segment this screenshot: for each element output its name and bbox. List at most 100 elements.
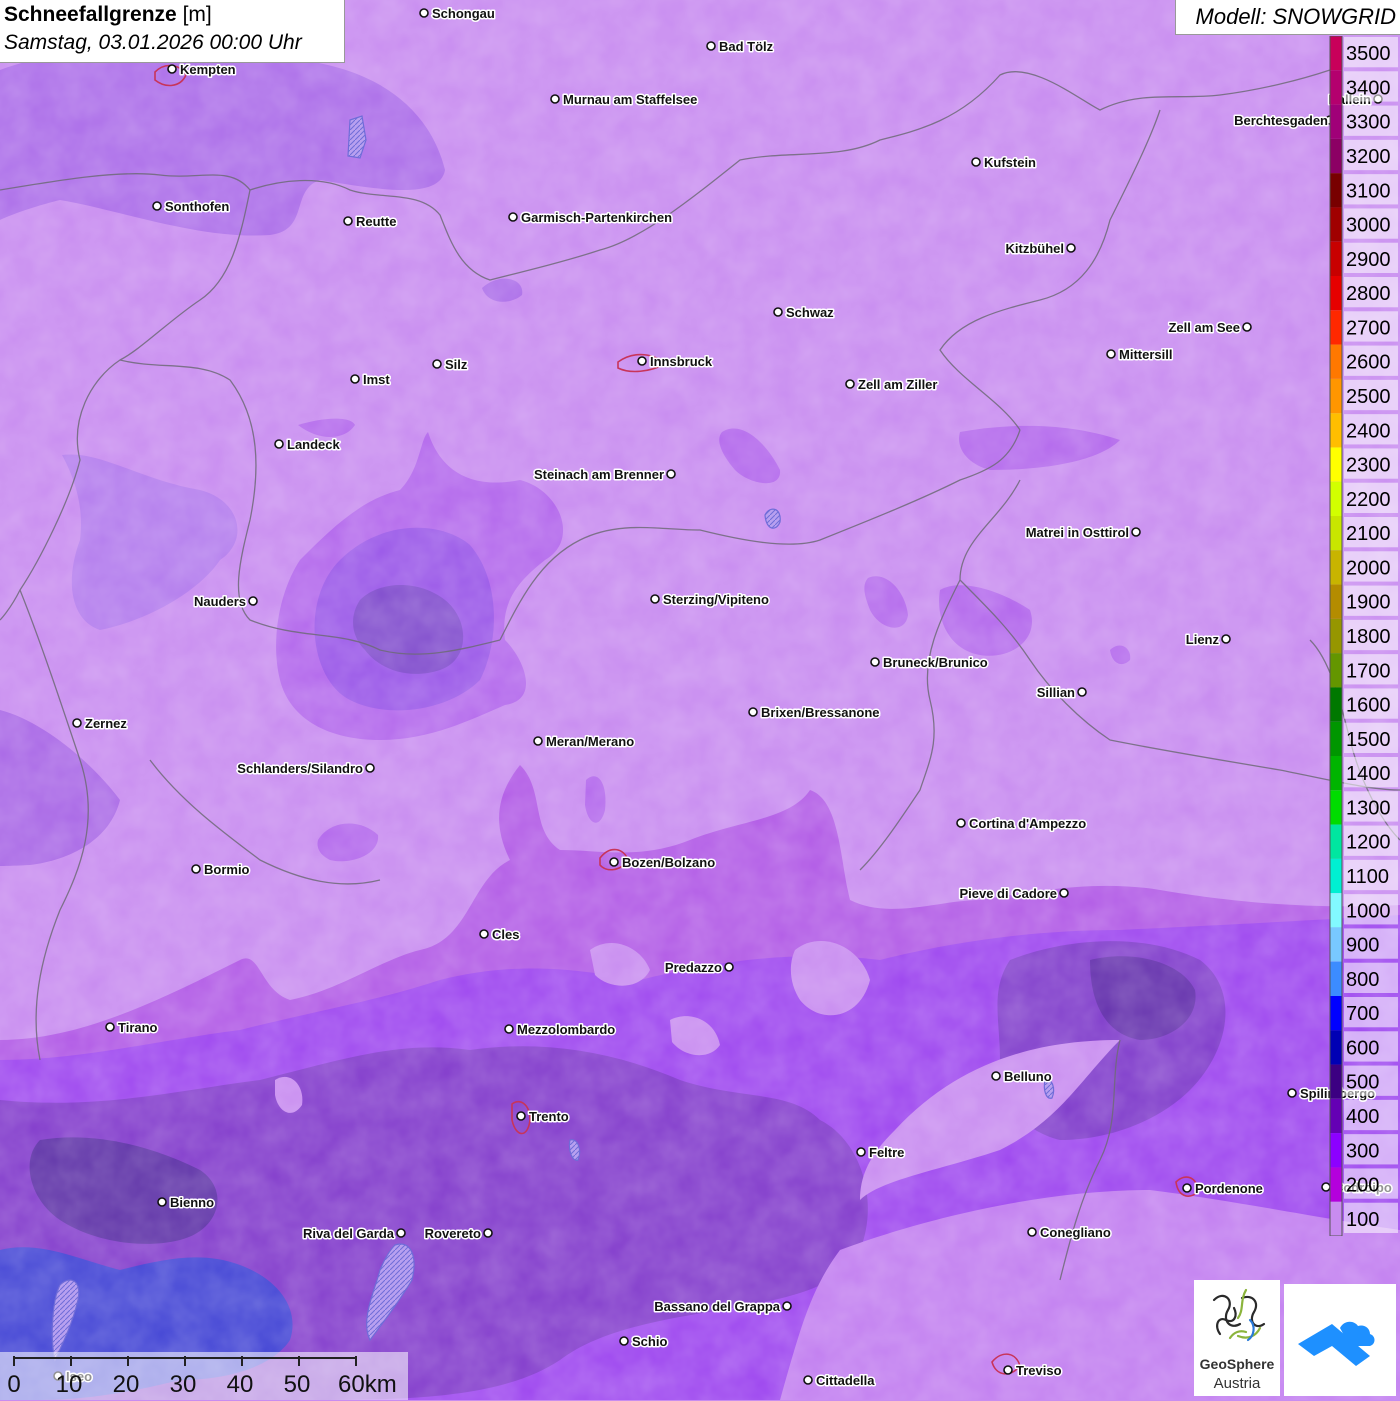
geosphere-logo-line2: Austria: [1213, 1375, 1261, 1392]
city-label: Kitzbühel: [1006, 241, 1065, 256]
city-label: Zernez: [85, 716, 127, 731]
city-label: Cles: [492, 927, 519, 942]
city-marker: Matrei in Osttirol: [1024, 524, 1141, 542]
city-dot: [1131, 527, 1141, 537]
legend-label: 1600: [1346, 695, 1391, 717]
city-label: Reutte: [356, 214, 396, 229]
city-dot: [152, 201, 162, 211]
city-dot: [748, 707, 758, 717]
city-marker: Murnau am Staffelsee: [550, 91, 699, 109]
legend-swatch: [1330, 790, 1342, 825]
app-logo[interactable]: [1284, 1284, 1396, 1396]
legend-label: 3400: [1346, 77, 1391, 99]
legend-swatch: [1330, 310, 1342, 345]
city-label: Schongau: [432, 6, 495, 21]
city-dot: [773, 307, 783, 317]
city-dot: [1077, 687, 1087, 697]
city-marker: Bassano del Grappa: [653, 1298, 792, 1316]
legend-label: 3000: [1346, 215, 1391, 237]
legend-swatch: [1330, 516, 1342, 551]
city-dot: [350, 374, 360, 384]
city-label: Cortina d'Ampezzo: [969, 816, 1086, 831]
city-dot: [343, 216, 353, 226]
legend-swatch: [1330, 618, 1342, 654]
legend-swatch: [1330, 1133, 1342, 1168]
city-marker: Sonthofen: [152, 198, 231, 216]
city-marker: Bruneck/Brunico: [870, 654, 989, 672]
legend-label: 1300: [1346, 797, 1391, 819]
city-dot: [483, 1228, 493, 1238]
city-dot: [956, 818, 966, 828]
legend-label: 2600: [1346, 352, 1391, 374]
legend-label: 100: [1346, 1209, 1379, 1231]
city-marker: Zell am See: [1167, 319, 1252, 337]
city-marker: Mezzolombardo: [504, 1021, 617, 1039]
city-label: Bozen/Bolzano: [622, 855, 715, 870]
city-dot: [479, 929, 489, 939]
city-marker: Pieve di Cadore: [958, 885, 1069, 903]
legend-swatch: [1330, 1098, 1342, 1134]
legend-swatch: [1330, 241, 1342, 276]
city-dot: [167, 64, 177, 74]
city-label: Pieve di Cadore: [959, 886, 1057, 901]
city-marker: Berchtesgaden: [1233, 112, 1335, 130]
legend-label: 2200: [1346, 489, 1391, 511]
city-dot: [782, 1301, 792, 1311]
city-marker: Zell am Ziller: [845, 376, 939, 394]
legend-swatch: [1330, 756, 1342, 791]
city-label: Innsbruck: [650, 354, 713, 369]
city-dot: [191, 864, 201, 874]
city-label: Mezzolombardo: [517, 1022, 615, 1037]
legend-swatch: [1330, 173, 1342, 208]
legend-swatch: [1330, 1030, 1342, 1065]
legend-label: 1000: [1346, 900, 1391, 922]
city-marker: Sterzing/Vipiteno: [650, 591, 770, 609]
city-dot: [637, 356, 647, 366]
city-label: Tirano: [118, 1020, 158, 1035]
model-label: Modell: SNOWGRID: [1195, 4, 1396, 29]
legend-label: 2900: [1346, 249, 1391, 271]
legend-swatch: [1330, 1201, 1342, 1236]
legend-label: 3200: [1346, 146, 1391, 168]
city-label: Riva del Garda: [303, 1226, 395, 1241]
scale-tick-label: 40: [227, 1371, 254, 1398]
city-dot: [1287, 1088, 1297, 1098]
city-label: Silz: [445, 357, 468, 372]
city-dot: [650, 594, 660, 604]
geosphere-logo[interactable]: GeoSphere Austria: [1194, 1280, 1280, 1396]
legend-label: 3300: [1346, 112, 1391, 134]
city-label: Kempten: [180, 62, 236, 77]
city-marker: Riva del Garda: [301, 1225, 406, 1243]
city-marker: Garmisch-Partenkirchen: [508, 209, 674, 227]
city-label: Conegliano: [1040, 1225, 1111, 1240]
scale-tick-label: 10: [56, 1371, 83, 1398]
color-legend: 3500 3400 3300 3200 3100 3000 2900 2800 2700 2600…: [1329, 36, 1398, 1236]
legend-swatch: [1330, 481, 1342, 516]
model-box: Modell: SNOWGRID: [1175, 0, 1400, 35]
city-label: Bormio: [204, 862, 250, 877]
city-label: Belluno: [1004, 1069, 1052, 1084]
title-label: Schneefallgrenze: [4, 3, 177, 26]
city-dot: [666, 469, 676, 479]
city-label: Sillian: [1037, 685, 1075, 700]
legend-swatch: [1330, 653, 1342, 688]
city-label: Garmisch-Partenkirchen: [521, 210, 672, 225]
mountain-cloud-icon: [1298, 1321, 1375, 1366]
city-dot: [1059, 888, 1069, 898]
city-label: Brixen/Bressanone: [761, 705, 880, 720]
legend-label: 2800: [1346, 283, 1391, 305]
city-dot: [504, 1024, 514, 1034]
legend-label: 2700: [1346, 317, 1391, 339]
city-label: Mittersill: [1119, 347, 1172, 362]
city-label: Cittadella: [816, 1373, 875, 1388]
snowline-map[interactable]: Schongau Bad Tölz Kempten Murnau am Staffel…: [0, 0, 1400, 1400]
city-label: Matrei in Osttirol: [1026, 525, 1129, 540]
city-dot: [533, 736, 543, 746]
city-label: Bienno: [170, 1195, 214, 1210]
city-dot: [432, 359, 442, 369]
legend-swatch: [1330, 447, 1342, 482]
map-title: Schneefallgrenze [m]: [4, 3, 212, 27]
legend-swatch: [1330, 104, 1342, 139]
scale-tick-label: 50: [284, 1371, 311, 1398]
city-marker: Bozen/Bolzano: [609, 854, 717, 872]
